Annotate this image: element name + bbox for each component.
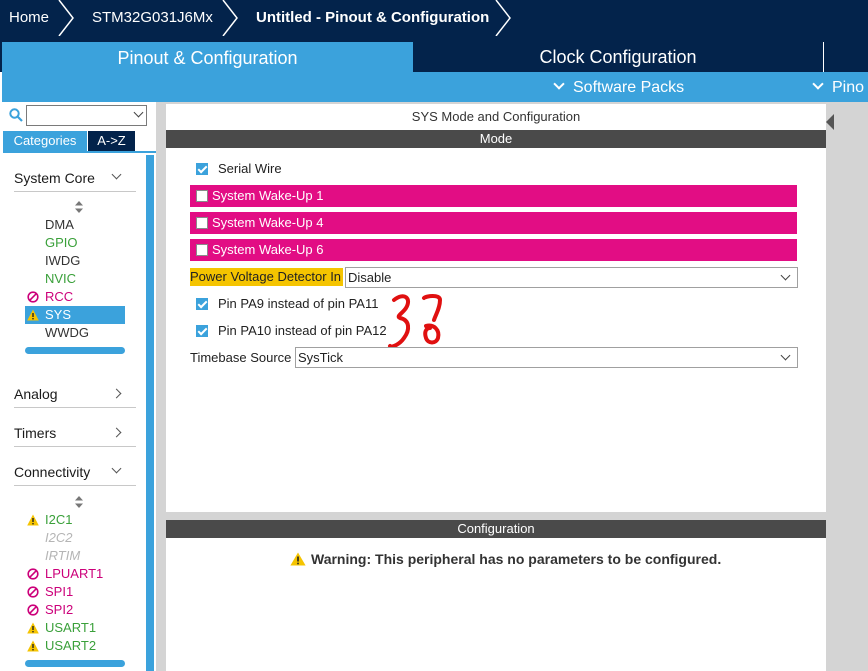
search-input[interactable] xyxy=(26,105,147,126)
search-icon[interactable] xyxy=(9,108,23,122)
chevron-down-icon xyxy=(780,350,791,361)
tab-clock-configuration[interactable]: Clock Configuration xyxy=(413,42,823,72)
chevron-right-icon xyxy=(111,388,122,399)
list-item-lpuart1[interactable]: LPUART1 xyxy=(25,565,125,583)
breadcrumb-home[interactable]: Home xyxy=(9,0,49,36)
chevron-down-icon xyxy=(111,463,122,474)
breadcrumb-separator-icon xyxy=(58,0,74,36)
serial-wire-checkbox[interactable] xyxy=(196,163,208,175)
list-item-usart1[interactable]: USART1 xyxy=(25,619,125,637)
horizontal-scrollbar[interactable] xyxy=(25,660,125,667)
wakeup-1-row: System Wake-Up 1 xyxy=(190,185,797,207)
list-item-irtim[interactable]: IRTIM xyxy=(25,547,125,565)
list-item-iwdg[interactable]: IWDG xyxy=(25,252,125,270)
chevron-down-icon xyxy=(111,169,122,180)
pinout-menu[interactable]: Pino xyxy=(812,72,864,102)
pa9-checkbox[interactable] xyxy=(196,298,208,310)
pvd-label: Power Voltage Detector In xyxy=(190,268,344,286)
list-item-spi2[interactable]: SPI2 xyxy=(25,601,125,619)
disabled-icon xyxy=(27,291,39,303)
wakeup-1-checkbox[interactable] xyxy=(196,190,208,202)
disabled-icon xyxy=(27,586,39,598)
section-timers[interactable]: Timers xyxy=(14,419,136,447)
tab-categories[interactable]: Categories xyxy=(3,131,87,151)
software-packs-menu[interactable]: Software Packs xyxy=(553,72,684,102)
breadcrumb-separator-icon xyxy=(222,0,238,36)
warning-icon xyxy=(27,622,39,634)
breadcrumb-device[interactable]: STM32G031J6Mx xyxy=(92,0,213,36)
wakeup-4-row: System Wake-Up 4 xyxy=(190,212,797,234)
warning-icon xyxy=(27,514,39,526)
horizontal-scrollbar[interactable] xyxy=(25,347,125,354)
tab-underline xyxy=(3,151,156,153)
chevron-down-icon xyxy=(553,78,565,90)
sort-icon[interactable] xyxy=(75,496,83,508)
breadcrumb-project[interactable]: Untitled - Pinout & Configuration xyxy=(256,0,489,36)
configuration-panel xyxy=(166,520,826,671)
tab-a-z[interactable]: A->Z xyxy=(88,131,135,151)
tab-pinout-configuration[interactable]: Pinout & Configuration xyxy=(2,42,413,102)
list-item-nvic[interactable]: NVIC xyxy=(25,270,125,288)
chevron-down-icon xyxy=(812,78,824,90)
panel-title: SYS Mode and Configuration xyxy=(411,109,581,124)
warning-icon xyxy=(27,309,39,321)
list-item-rcc[interactable]: RCC xyxy=(25,288,125,306)
pvd-select[interactable]: Disable xyxy=(345,267,798,288)
disabled-icon xyxy=(27,568,39,580)
list-item-wwdg[interactable]: WWDG xyxy=(25,324,125,342)
section-connectivity[interactable]: Connectivity xyxy=(14,458,136,486)
section-system-core[interactable]: System Core xyxy=(14,164,136,192)
tab-overflow[interactable] xyxy=(823,42,868,72)
sort-icon[interactable] xyxy=(75,201,83,213)
list-item-dma[interactable]: DMA xyxy=(25,216,125,234)
wakeup-6-checkbox[interactable] xyxy=(196,244,208,256)
warning-icon xyxy=(27,640,39,652)
wakeup-6-row: System Wake-Up 6 xyxy=(190,239,797,261)
timebase-select[interactable]: SysTick xyxy=(295,347,798,368)
wakeup-4-checkbox[interactable] xyxy=(196,217,208,229)
collapse-arrow-icon[interactable] xyxy=(826,114,834,130)
list-item-gpio[interactable]: GPIO xyxy=(25,234,125,252)
mode-header: Mode xyxy=(166,130,826,148)
vertical-scrollbar[interactable] xyxy=(146,155,154,671)
chevron-down-icon xyxy=(780,270,791,281)
list-item-spi1[interactable]: SPI1 xyxy=(25,583,125,601)
list-item-usart2[interactable]: USART2 xyxy=(25,637,125,655)
pa10-checkbox[interactable] xyxy=(196,325,208,337)
list-item-i2c1[interactable]: I2C1 xyxy=(25,511,125,529)
disabled-icon xyxy=(27,604,39,616)
chevron-down-icon[interactable] xyxy=(133,107,144,118)
list-item-sys[interactable]: SYS xyxy=(25,306,125,324)
timebase-label: Timebase Source xyxy=(190,350,292,365)
chevron-right-icon xyxy=(111,427,122,438)
list-item-i2c2[interactable]: I2C2 xyxy=(25,529,125,547)
configuration-header: Configuration xyxy=(166,520,826,538)
section-analog[interactable]: Analog xyxy=(14,380,136,408)
breadcrumb-separator-icon xyxy=(495,0,511,36)
warning-icon xyxy=(290,552,306,566)
